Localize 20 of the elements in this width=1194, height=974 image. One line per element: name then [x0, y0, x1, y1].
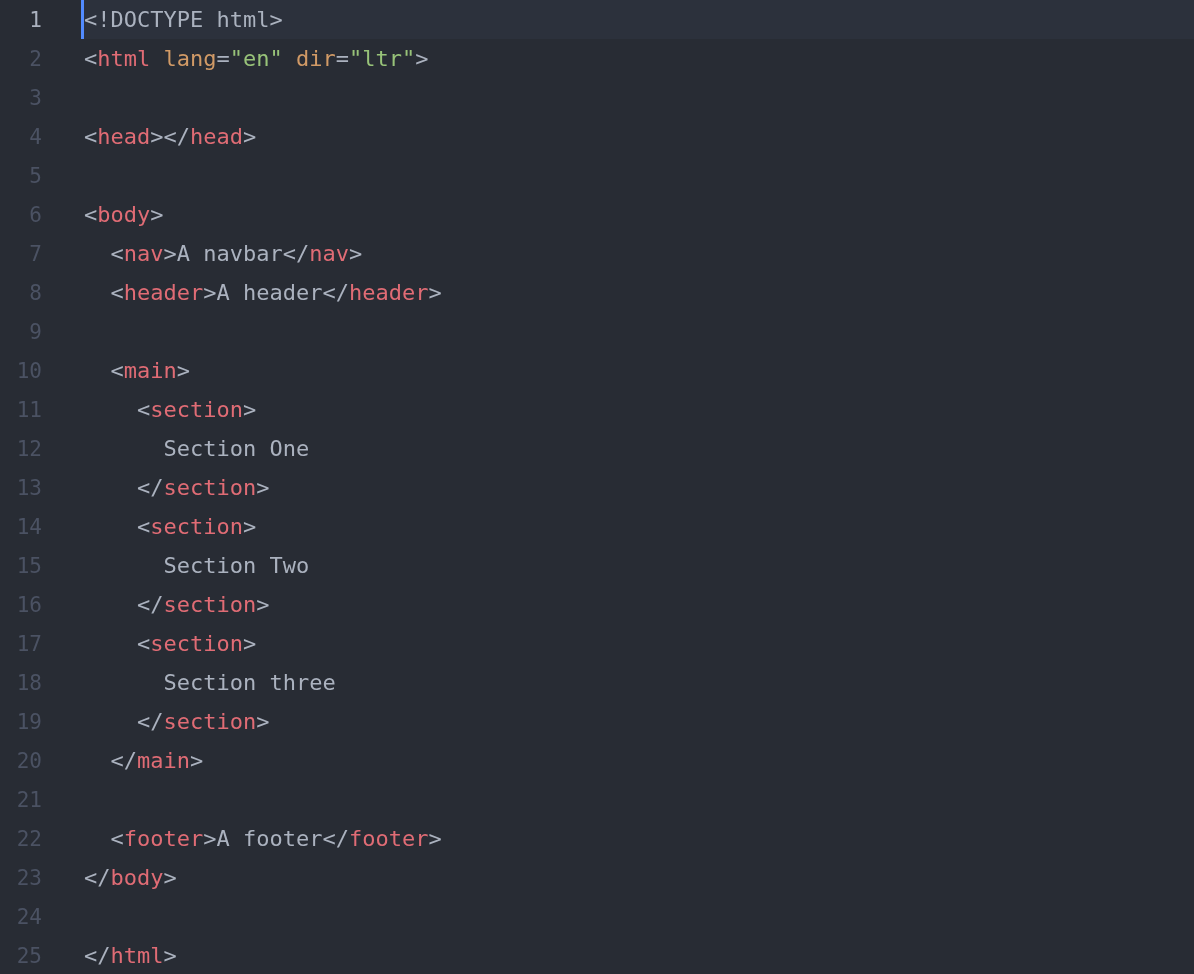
code-line[interactable]: <head></head> — [81, 117, 1194, 156]
code-line[interactable]: <section> — [81, 507, 1194, 546]
code-line[interactable]: </main> — [81, 741, 1194, 780]
code-line[interactable]: <html lang="en" dir="ltr"> — [81, 39, 1194, 78]
code-line[interactable]: <body> — [81, 195, 1194, 234]
code-line[interactable]: <nav>A navbar</nav> — [81, 234, 1194, 273]
code-line[interactable]: </body> — [81, 858, 1194, 897]
code-line[interactable]: </section> — [81, 585, 1194, 624]
code-line[interactable]: <header>A header</header> — [81, 273, 1194, 312]
code-line[interactable]: Section One — [81, 429, 1194, 468]
code-line[interactable]: <main> — [81, 351, 1194, 390]
code-line[interactable]: <footer>A footer</footer> — [81, 819, 1194, 858]
code-line[interactable]: Section three — [81, 663, 1194, 702]
line-number: 1 — [28, 7, 42, 32]
code-line[interactable]: </html> — [81, 936, 1194, 974]
code-line[interactable]: </section> — [81, 468, 1194, 507]
code-line[interactable]: </section> — [81, 702, 1194, 741]
code-line[interactable]: <section> — [81, 390, 1194, 429]
code-line[interactable]: Section Two — [81, 546, 1194, 585]
code-line[interactable]: <section> — [81, 624, 1194, 663]
